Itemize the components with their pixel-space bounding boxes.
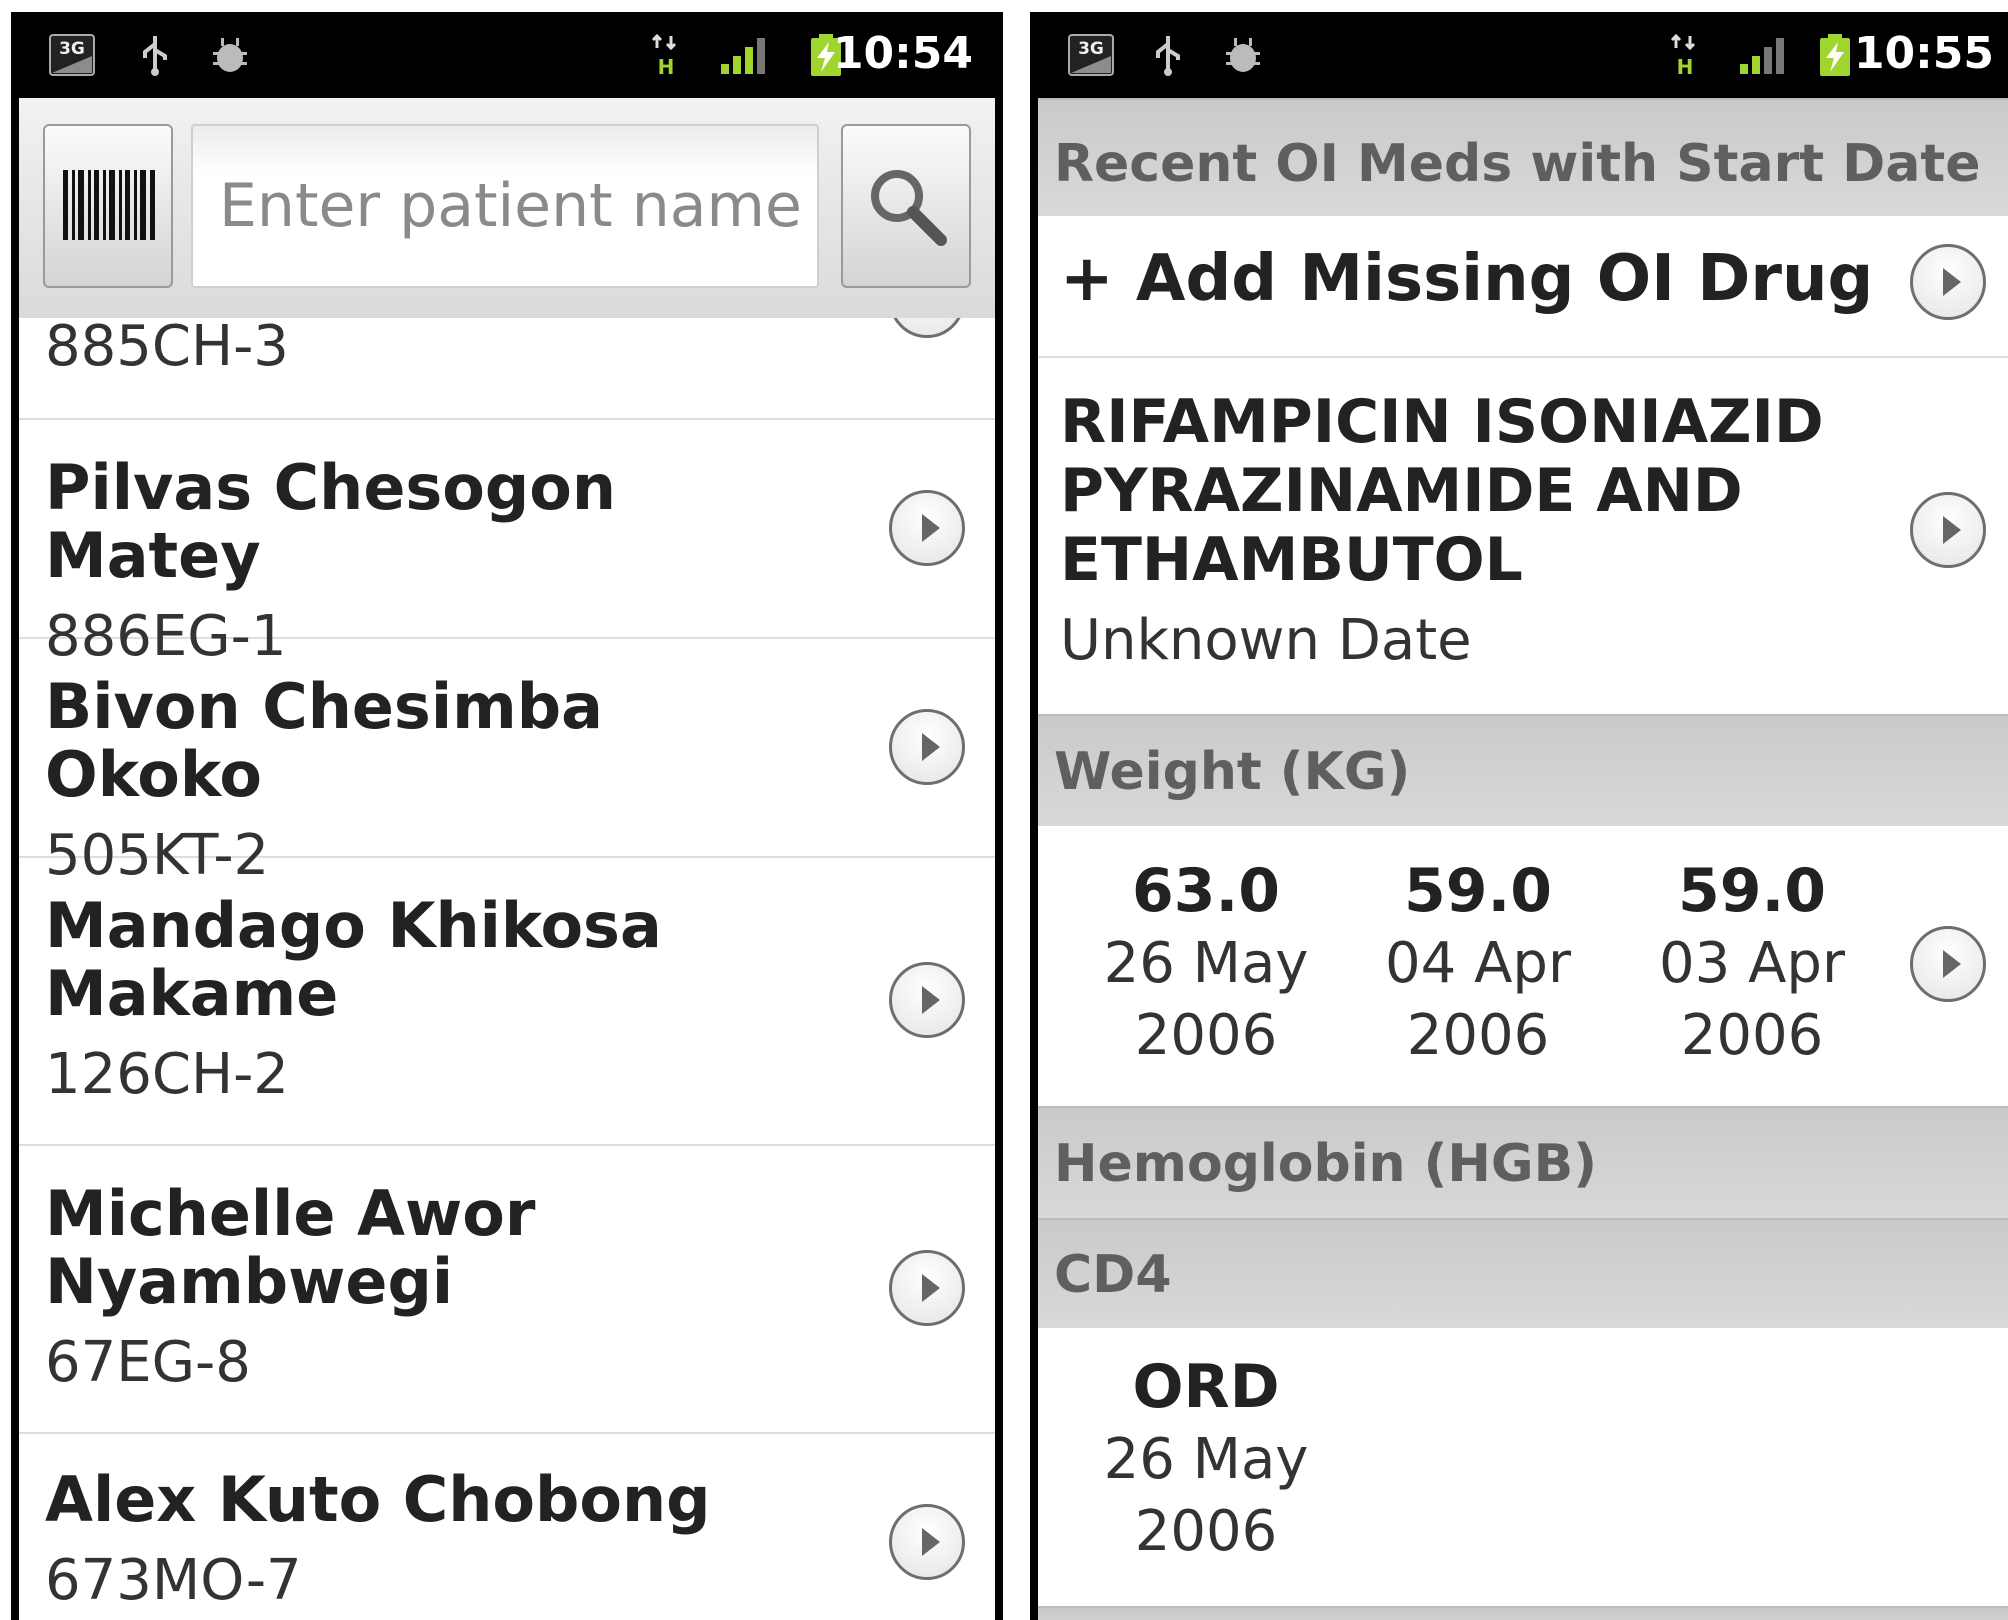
cd4-row[interactable]: ORD 26 May 2006 <box>1038 1328 2008 1606</box>
patient-summary-screen: 3G H 10:55 Recent OI Meds with Start Dat… <box>1030 12 2008 1620</box>
weight-reading: 59.0 03 Apr 2006 <box>1622 854 1882 1072</box>
open-patient-arrow-icon[interactable] <box>889 490 965 566</box>
patient-name: Pilvas Chesogon Matey <box>45 451 616 592</box>
usb-icon <box>143 36 167 76</box>
patient-id: 885CH-3 <box>45 318 289 379</box>
debug-android-icon <box>1226 38 1260 72</box>
open-patient-arrow-icon[interactable] <box>889 318 965 338</box>
weight-row[interactable]: 63.0 26 May 2006 59.0 04 Apr 2006 59.0 0… <box>1038 826 2008 1106</box>
weight-value: 63.0 <box>1131 856 1281 926</box>
patient-row[interactable]: Mandago Khikosa Makame 126CH-2 <box>19 858 995 1146</box>
barcode-icon <box>63 170 155 240</box>
open-patient-arrow-icon[interactable] <box>889 1250 965 1326</box>
barcode-scan-button[interactable] <box>43 124 173 288</box>
battery-charging-icon <box>1820 34 1850 76</box>
weight-value: 59.0 <box>1677 856 1827 926</box>
patient-name: Michelle Awor Nyambwegi <box>45 1177 536 1318</box>
hemoglobin-section-header: Hemoglobin (HGB) <box>1038 1106 2008 1218</box>
open-patient-arrow-icon[interactable] <box>889 709 965 785</box>
oi-drug-name: RIFAMPICIN ISONIAZID PYRAZINAMIDE AND ET… <box>1060 387 1824 595</box>
status-bar: 3G H 10:55 <box>1038 12 2008 98</box>
usb-icon <box>1156 36 1180 76</box>
patient-name: Alex Kuto Chobong <box>45 1463 711 1536</box>
svg-text:3G: 3G <box>59 39 85 59</box>
oi-drug-start-date: Unknown Date <box>1060 608 1472 673</box>
cd4-reading: ORD 26 May 2006 <box>1076 1350 1336 1568</box>
hspa-data-icon: H <box>1670 34 1696 76</box>
clock: 10:54 <box>832 28 973 79</box>
weight-date: 26 May 2006 <box>1103 931 1309 1068</box>
patient-id: 673MO-7 <box>45 1548 302 1613</box>
next-section-header <box>1038 1606 2008 1620</box>
cd4-date: 26 May 2006 <box>1103 1427 1309 1564</box>
open-patient-arrow-icon[interactable] <box>889 962 965 1038</box>
open-patient-arrow-icon[interactable] <box>889 1504 965 1580</box>
svg-text:3G: 3G <box>1078 39 1104 59</box>
svg-text:H: H <box>658 55 675 76</box>
patient-row[interactable]: Bivon Chesimba Okoko 505KT-2 <box>19 639 995 887</box>
add-missing-oi-drug-label: + Add Missing OI Drug <box>1060 242 1874 316</box>
oi-drug-arrow-icon[interactable] <box>1910 492 1986 568</box>
3g-data-icon: 3G <box>1068 34 1114 76</box>
weight-reading: 63.0 26 May 2006 <box>1076 854 1336 1072</box>
signal-strength-icon <box>721 38 765 74</box>
weight-reading: 59.0 04 Apr 2006 <box>1348 854 1608 1072</box>
search-icon <box>871 170 947 246</box>
patient-id: 126CH-2 <box>45 1042 289 1107</box>
patient-name: Mandago Khikosa Makame <box>45 889 662 1030</box>
add-drug-arrow-icon[interactable] <box>1910 244 1986 320</box>
weight-date: 04 Apr 2006 <box>1385 931 1571 1068</box>
patient-row[interactable]: Alex Kuto Chobong 673MO-7 <box>19 1434 995 1620</box>
weight-arrow-icon[interactable] <box>1910 926 1986 1002</box>
cd4-value: ORD <box>1132 1352 1280 1422</box>
patient-list: 885CH-3 Pilvas Chesogon Matey 886EG-1 Bi… <box>19 318 995 1620</box>
signal-strength-icon <box>1740 38 1784 74</box>
patient-row[interactable]: Michelle Awor Nyambwegi 67EG-8 <box>19 1146 995 1434</box>
patient-id: 67EG-8 <box>45 1330 251 1395</box>
oi-meds-section-header: Recent OI Meds with Start Date <box>1038 98 2008 216</box>
add-missing-oi-drug-row[interactable]: + Add Missing OI Drug <box>1038 216 2008 358</box>
patient-row[interactable]: 885CH-3 <box>19 318 995 420</box>
search-button[interactable] <box>841 124 971 288</box>
3g-data-icon: 3G <box>49 34 95 76</box>
weight-date: 03 Apr 2006 <box>1659 931 1845 1068</box>
patient-name-input[interactable] <box>191 124 819 288</box>
status-bar: 3G H 10:54 <box>19 12 995 98</box>
patient-name: Bivon Chesimba Okoko <box>45 670 603 811</box>
cd4-section-header: CD4 <box>1038 1218 2008 1328</box>
hspa-data-icon: H <box>651 34 677 76</box>
clock: 10:55 <box>1853 28 1994 79</box>
weight-section-header: Weight (KG) <box>1038 714 2008 826</box>
svg-text:H: H <box>1677 55 1694 76</box>
patient-search-screen: 3G H 10:54 Enter patient name 885CH-3 Pi… <box>11 12 1003 1620</box>
oi-drug-row[interactable]: RIFAMPICIN ISONIAZID PYRAZINAMIDE AND ET… <box>1038 358 2008 714</box>
weight-value: 59.0 <box>1403 856 1553 926</box>
debug-android-icon <box>213 38 247 72</box>
patient-row[interactable]: Pilvas Chesogon Matey 886EG-1 <box>19 420 995 668</box>
search-bar <box>19 98 995 318</box>
